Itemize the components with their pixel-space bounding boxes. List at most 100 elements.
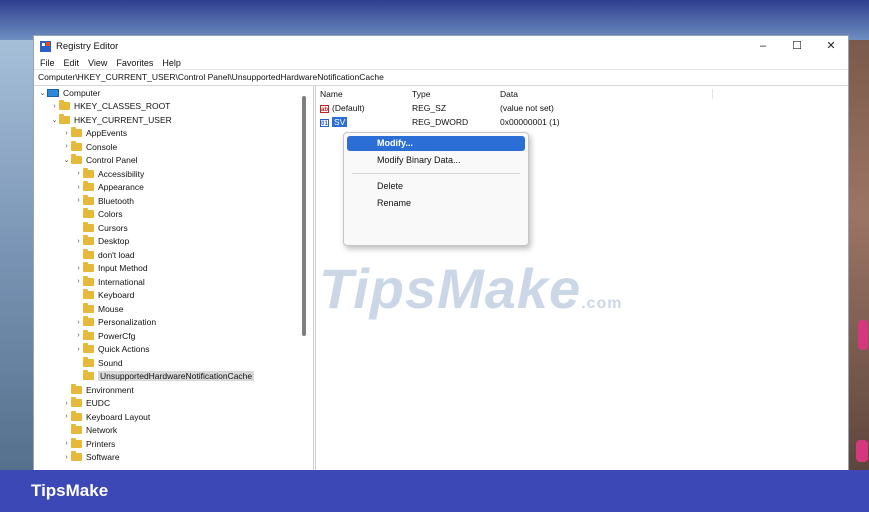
tree-item[interactable]: ⌄ HKEY_CURRENT_USER xyxy=(34,113,313,127)
tree-item[interactable]: › AppEvents xyxy=(34,127,313,141)
tree-item-label: Cursors xyxy=(98,222,128,233)
tree-item[interactable]: › Printers xyxy=(34,437,313,451)
value-row-sv[interactable]: 01 SV REG_DWORD 0x00000001 (1) xyxy=(318,115,850,129)
tree-item[interactable]: Cursors xyxy=(34,221,313,235)
tree-item[interactable]: › Accessibility xyxy=(34,167,313,181)
footer-brand: TipsMake xyxy=(31,481,109,500)
chevron-down-icon[interactable]: ⌄ xyxy=(50,116,59,124)
tree-item[interactable]: › Appearance xyxy=(34,181,313,195)
tree-item[interactable]: ⌄ Computer xyxy=(34,86,313,100)
tree-item-label: Environment xyxy=(86,384,134,395)
close-button[interactable]: ✕ xyxy=(814,36,848,56)
tree-item[interactable]: Network xyxy=(34,424,313,438)
chevron-right-icon[interactable]: › xyxy=(74,332,83,339)
tree-item-label: Control Panel xyxy=(86,155,138,166)
tree-item[interactable]: UnsupportedHardwareNotificationCache xyxy=(34,370,313,384)
chevron-right-icon[interactable]: › xyxy=(62,143,71,150)
flowers xyxy=(858,320,868,350)
tree-item[interactable]: › HKEY_CLASSES_ROOT xyxy=(34,100,313,114)
column-header-name[interactable]: Name xyxy=(318,89,412,99)
chevron-right-icon[interactable]: › xyxy=(74,278,83,285)
folder-icon xyxy=(71,154,82,165)
chevron-down-icon[interactable]: ⌄ xyxy=(62,156,71,164)
chevron-right-icon[interactable]: › xyxy=(74,238,83,245)
tree-item[interactable]: Keyboard xyxy=(34,289,313,303)
registry-editor-icon xyxy=(40,40,51,52)
column-header-data[interactable]: Data xyxy=(500,88,713,99)
menu-item-delete[interactable]: Delete xyxy=(347,179,525,194)
chevron-right-icon[interactable]: › xyxy=(74,170,83,177)
menu-view[interactable]: View xyxy=(88,58,107,68)
tree-item-label: HKEY_CURRENT_USER xyxy=(74,114,172,125)
chevron-right-icon[interactable]: › xyxy=(62,130,71,137)
chevron-down-icon[interactable]: ⌄ xyxy=(38,89,47,97)
folder-icon xyxy=(83,167,94,178)
menu-item-modify-binary[interactable]: Modify Binary Data... xyxy=(347,153,525,168)
tree-item[interactable]: › EUDC xyxy=(34,397,313,411)
tree-item[interactable]: Colors xyxy=(34,208,313,222)
tree-item-label: Network xyxy=(86,425,118,436)
chevron-right-icon[interactable]: › xyxy=(74,346,83,353)
tree-item-label: Keyboard xyxy=(98,290,135,301)
tree-item[interactable]: › Personalization xyxy=(34,316,313,330)
window-title: Registry Editor xyxy=(56,40,119,52)
tree-item[interactable]: don't load xyxy=(34,248,313,262)
value-row-default[interactable]: ab (Default) REG_SZ (value not set) xyxy=(318,101,850,115)
tree-item[interactable]: › Software xyxy=(34,451,313,465)
folder-icon xyxy=(71,127,82,138)
folder-icon xyxy=(71,437,82,448)
chevron-right-icon[interactable]: › xyxy=(62,454,71,461)
tree-item[interactable]: › Bluetooth xyxy=(34,194,313,208)
title-bar[interactable]: Registry Editor – ☐ ✕ xyxy=(34,36,848,56)
tree-item[interactable]: › Input Method xyxy=(34,262,313,276)
tree-item-label: Accessibility xyxy=(98,168,145,179)
menu-favorites[interactable]: Favorites xyxy=(116,58,153,68)
tree-item[interactable]: ⌄ Control Panel xyxy=(34,154,313,168)
chevron-right-icon[interactable]: › xyxy=(74,265,83,272)
folder-icon xyxy=(83,235,94,246)
folder-icon xyxy=(83,194,94,205)
tree-item-label: Quick Actions xyxy=(98,344,150,355)
tree-item-label: AppEvents xyxy=(86,128,128,139)
tree-scrollbar[interactable] xyxy=(302,96,306,336)
tree-item[interactable]: › Desktop xyxy=(34,235,313,249)
tree-item[interactable]: › PowerCfg xyxy=(34,329,313,343)
value-name-cell: 01 SV xyxy=(318,117,412,127)
folder-icon xyxy=(83,316,94,327)
tree-item[interactable]: › International xyxy=(34,275,313,289)
pane-splitter[interactable] xyxy=(315,86,316,471)
tree-item[interactable]: Sound xyxy=(34,356,313,370)
tree-item-label: Computer xyxy=(63,87,101,98)
menu-edit[interactable]: Edit xyxy=(64,58,80,68)
chevron-right-icon[interactable]: › xyxy=(74,197,83,204)
tree-item[interactable]: Environment xyxy=(34,383,313,397)
tree-item-label: UnsupportedHardwareNotificationCache xyxy=(98,371,255,382)
column-header-type[interactable]: Type xyxy=(412,89,500,99)
chevron-right-icon[interactable]: › xyxy=(62,440,71,447)
tree-item[interactable]: › Console xyxy=(34,140,313,154)
menu-file[interactable]: File xyxy=(40,58,55,68)
chevron-right-icon[interactable]: › xyxy=(74,319,83,326)
tree-item-label: Colors xyxy=(98,209,123,220)
registry-editor-window: Registry Editor – ☐ ✕ File Edit View Fav… xyxy=(33,35,849,471)
value-type: REG_DWORD xyxy=(412,117,469,127)
chevron-right-icon[interactable]: › xyxy=(74,184,83,191)
tree-item-label: Console xyxy=(86,141,118,152)
chevron-right-icon[interactable]: › xyxy=(50,103,59,110)
chevron-right-icon[interactable]: › xyxy=(62,413,71,420)
address-bar[interactable]: Computer\HKEY_CURRENT_USER\Control Panel… xyxy=(34,69,848,86)
tree-item[interactable]: Mouse xyxy=(34,302,313,316)
folder-icon xyxy=(83,329,94,340)
menu-bar: File Edit View Favorites Help xyxy=(34,56,848,69)
tree-item[interactable]: › Keyboard Layout xyxy=(34,410,313,424)
minimize-button[interactable]: – xyxy=(746,36,780,56)
maximize-button[interactable]: ☐ xyxy=(780,36,814,56)
menu-help[interactable]: Help xyxy=(162,58,181,68)
tree-item[interactable]: › Quick Actions xyxy=(34,343,313,357)
folder-icon xyxy=(71,397,82,408)
menu-item-modify[interactable]: Modify... xyxy=(347,136,525,151)
tree-item-label: don't load xyxy=(98,249,135,260)
menu-item-rename[interactable]: Rename xyxy=(347,196,525,211)
chevron-right-icon[interactable]: › xyxy=(62,400,71,407)
tree-item-label: Desktop xyxy=(98,236,130,247)
